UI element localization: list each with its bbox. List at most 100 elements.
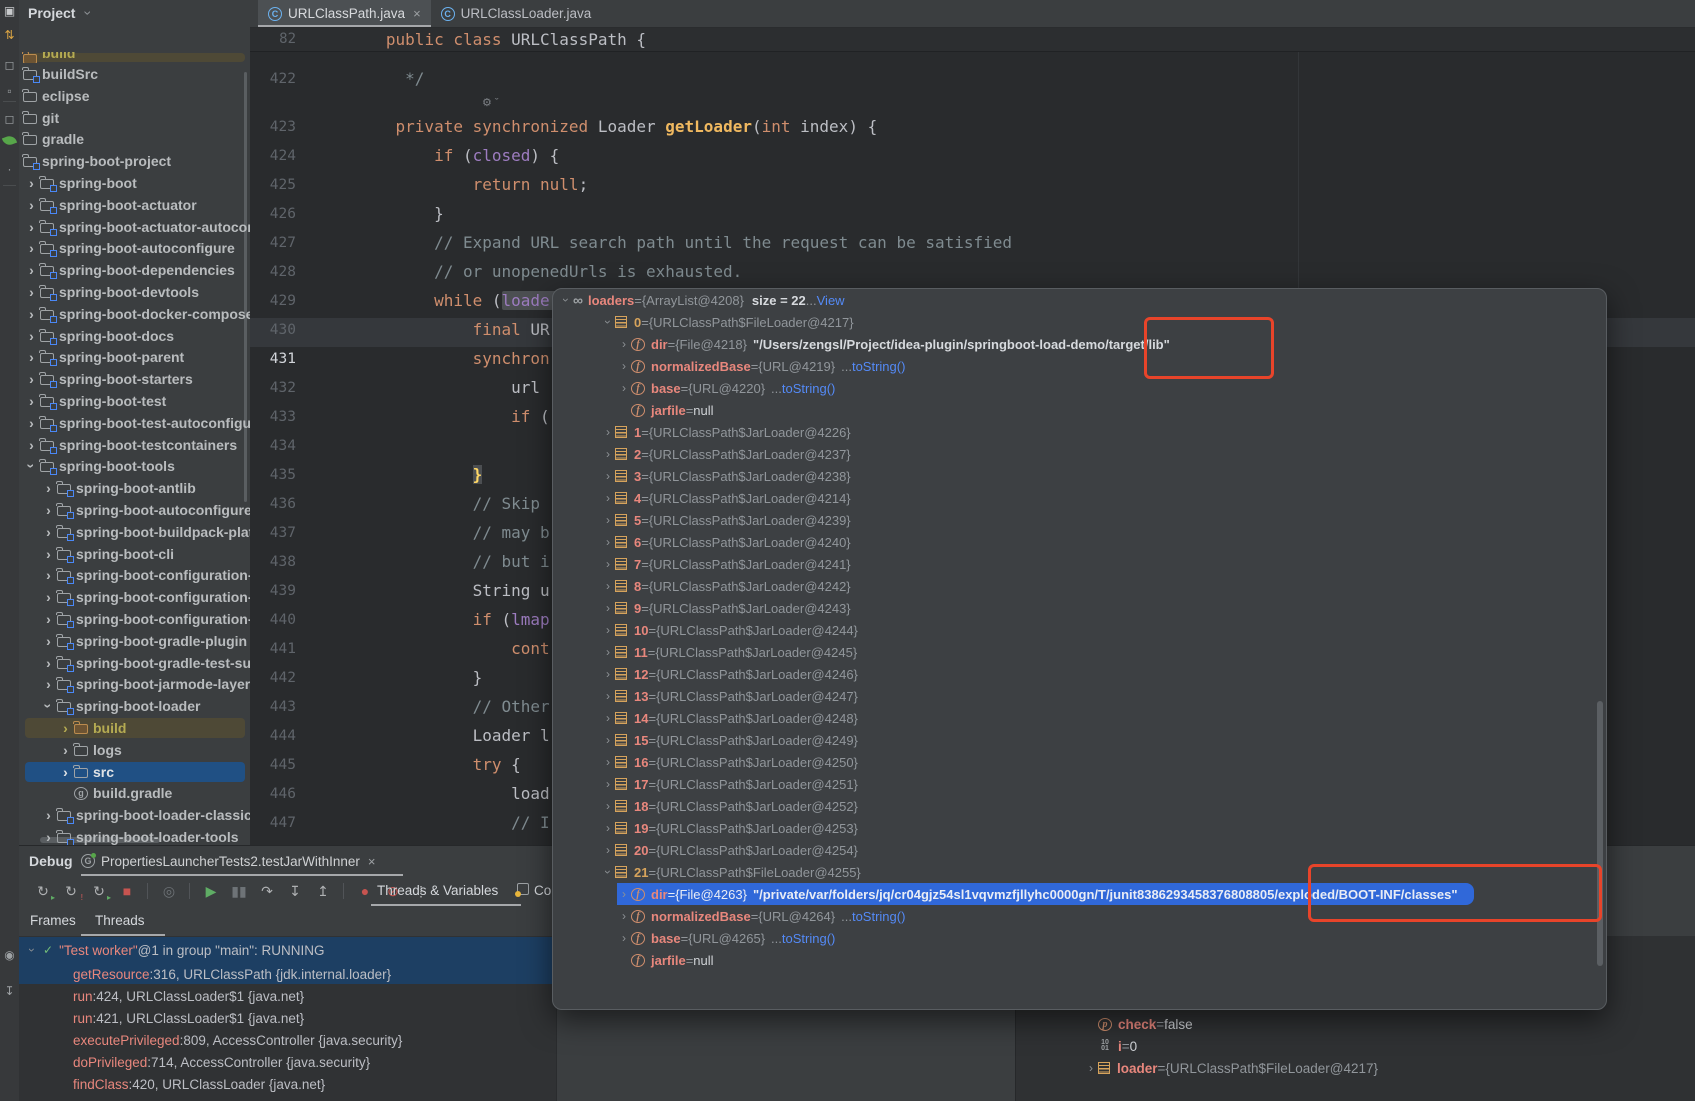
popup-element-row-6[interactable]: ›6 = {URLClassPath$JarLoader@4240} <box>553 531 1607 553</box>
tree-item-spring-boot-autoconfigure[interactable]: ›spring-boot-autoconfigure <box>19 237 250 259</box>
popup-element-row-1[interactable]: ›1 = {URLClassPath$JarLoader@4226} <box>553 421 1607 443</box>
tree-item-spring-boot-configuration-metadata[interactable]: ›spring-boot-configuration-metadata <box>19 586 250 608</box>
tree-item-spring-boot-devtools[interactable]: ›spring-boot-devtools <box>19 281 250 303</box>
editor-tab-urlclassloader-java[interactable]: CURLClassLoader.java <box>431 0 602 27</box>
line-number[interactable]: 424 <box>250 148 340 164</box>
popup-scrollbar[interactable] <box>1597 701 1603 966</box>
watch-button[interactable]: ◎ <box>157 879 181 903</box>
tostring-link[interactable]: toString() <box>782 381 835 396</box>
chevron-right-icon[interactable]: › <box>617 931 631 945</box>
popup-field-row-normalizedBase[interactable]: ›fnormalizedBase = {URL@4219} ... toStri… <box>553 355 1607 377</box>
line-number[interactable]: 429 <box>250 293 340 309</box>
chevron-right-icon[interactable]: › <box>40 829 57 845</box>
chevron-right-icon[interactable]: › <box>601 623 615 637</box>
chevron-right-icon[interactable]: › <box>601 777 615 791</box>
tree-item-spring-boot-gradle-plugin[interactable]: ›spring-boot-gradle-plugin <box>19 630 250 652</box>
tree-item-spring-boot-docs[interactable]: ›spring-boot-docs <box>19 325 250 347</box>
chevron-right-icon[interactable]: › <box>601 733 615 747</box>
chevron-right-icon[interactable]: › <box>40 807 57 823</box>
chevron-right-icon[interactable]: › <box>40 546 57 562</box>
vcs-update-icon[interactable]: ⇅ <box>0 28 19 42</box>
popup-element-row-4[interactable]: ›4 = {URLClassPath$JarLoader@4214} <box>553 487 1607 509</box>
chevron-right-icon[interactable]: › <box>601 821 615 835</box>
chevron-right-icon[interactable]: › <box>23 415 40 431</box>
close-icon[interactable]: × <box>413 6 421 21</box>
line-number[interactable]: 442 <box>250 670 340 686</box>
tree-item-spring-boot-cli[interactable]: ›spring-boot-cli <box>19 543 250 565</box>
chevron-right-icon[interactable]: › <box>23 197 40 213</box>
chevron-right-icon[interactable]: › <box>617 337 631 351</box>
line-number[interactable]: 444 <box>250 728 340 744</box>
line-number[interactable]: 440 <box>250 612 340 628</box>
pause-button[interactable]: ▮▮ <box>227 879 251 903</box>
line-number[interactable]: 445 <box>250 757 340 773</box>
line-number[interactable]: 446 <box>250 786 340 802</box>
rerun-failed-button[interactable]: ↻! <box>59 879 83 903</box>
thread-row[interactable]: ›✓"Test worker"@1 in group "main": RUNNI… <box>19 939 556 961</box>
editor-tab-urlclasspath-java[interactable]: CURLClassPath.java× <box>258 0 431 27</box>
popup-element-row-8[interactable]: ›8 = {URLClassPath$JarLoader@4242} <box>553 575 1607 597</box>
step-out-button[interactable]: ↥ <box>311 879 335 903</box>
line-number[interactable]: 437 <box>250 525 340 541</box>
tree-item-logs[interactable]: ›logs <box>19 739 250 761</box>
stack-frame-row[interactable]: run:421, URLClassLoader$1 {java.net} <box>19 1007 556 1029</box>
line-number[interactable]: 422 <box>250 71 340 87</box>
chevron-right-icon[interactable]: › <box>23 284 40 300</box>
line-number[interactable]: 82 <box>250 31 340 47</box>
chevron-right-icon[interactable]: › <box>601 425 615 439</box>
debug-tool-icon[interactable]: ◉ <box>0 948 19 962</box>
chevron-down-icon[interactable]: › <box>41 698 57 715</box>
chevron-right-icon[interactable]: › <box>601 755 615 769</box>
chevron-right-icon[interactable]: › <box>57 764 74 780</box>
variable-row-check[interactable]: pcheck = false <box>1016 1013 1695 1035</box>
line-number[interactable]: 433 <box>250 409 340 425</box>
tree-item-spring-boot-starters[interactable]: ›spring-boot-starters <box>19 368 250 390</box>
line-number[interactable]: 434 <box>250 438 340 454</box>
chevron-down-icon[interactable]: › <box>559 293 573 307</box>
chevron-right-icon[interactable]: › <box>601 645 615 659</box>
chevron-right-icon[interactable]: › <box>617 909 631 923</box>
line-number[interactable]: 439 <box>250 583 340 599</box>
popup-element-row-19[interactable]: ›19 = {URLClassPath$JarLoader@4253} <box>553 817 1607 839</box>
tree-item-spring-boot-buildpack-platform[interactable]: ›spring-boot-buildpack-platform <box>19 521 250 543</box>
chevron-down-icon[interactable]: › <box>601 865 615 879</box>
line-number[interactable]: 447 <box>250 815 340 831</box>
tree-vertical-scrollbar[interactable] <box>244 72 247 502</box>
tree-item-spring-boot-project[interactable]: spring-boot-project <box>19 150 250 172</box>
popup-field-row-jarfile[interactable]: fjarfile = null <box>553 949 1607 971</box>
tree-item-spring-boot-configuration-processor[interactable]: ›spring-boot-configuration-processor <box>19 608 250 630</box>
line-number[interactable]: 431 <box>250 351 340 367</box>
popup-field-row-base[interactable]: ›fbase = {URL@4265} ... toString() <box>553 927 1607 949</box>
popup-element-row-17[interactable]: ›17 = {URLClassPath$JarLoader@4251} <box>553 773 1607 795</box>
chevron-right-icon[interactable]: › <box>23 328 40 344</box>
chevron-right-icon[interactable]: › <box>601 579 615 593</box>
spring-run-icon[interactable] <box>2 134 17 147</box>
chevron-right-icon[interactable]: › <box>601 799 615 813</box>
tree-item-spring-boot-configuration-docs[interactable]: ›spring-boot-configuration-docs <box>19 564 250 586</box>
popup-element-row-5[interactable]: ›5 = {URLClassPath$JarLoader@4239} <box>553 509 1607 531</box>
chevron-right-icon[interactable]: › <box>23 262 40 278</box>
line-number[interactable]: 425 <box>250 177 340 193</box>
line-number[interactable]: 441 <box>250 641 340 657</box>
step-over-button[interactable]: ↷ <box>255 879 279 903</box>
line-number[interactable]: 428 <box>250 264 340 280</box>
popup-element-row-12[interactable]: ›12 = {URLClassPath$JarLoader@4246} <box>553 663 1607 685</box>
step-into-button[interactable]: ↧ <box>283 879 307 903</box>
chevron-right-icon[interactable]: › <box>601 535 615 549</box>
line-number[interactable]: 430 <box>250 322 340 338</box>
chevron-right-icon[interactable]: › <box>23 371 40 387</box>
tree-item-spring-boot-actuator-autoconfigure[interactable]: ›spring-boot-actuator-autoconfigure <box>19 216 250 238</box>
popup-element-row-20[interactable]: ›20 = {URLClassPath$JarLoader@4254} <box>553 839 1607 861</box>
chevron-right-icon[interactable]: › <box>601 513 615 527</box>
chevron-down-icon[interactable]: › <box>601 315 615 329</box>
tree-item-spring-boot-tools[interactable]: ›spring-boot-tools <box>19 455 250 477</box>
bookmarks-tool-icon[interactable]: ▫ <box>0 84 19 98</box>
chevron-right-icon[interactable]: › <box>601 667 615 681</box>
chevron-right-icon[interactable]: › <box>601 557 615 571</box>
chevron-right-icon[interactable]: › <box>23 349 40 365</box>
popup-element-row-11[interactable]: ›11 = {URLClassPath$JarLoader@4245} <box>553 641 1607 663</box>
chevron-right-icon[interactable]: › <box>57 720 74 736</box>
stack-frame-row[interactable]: doPrivileged:714, AccessController {java… <box>19 1051 556 1073</box>
debug-session-tab[interactable]: G PropertiesLauncherTests2.testJarWithIn… <box>81 846 375 876</box>
tree-item-spring-boot-antlib[interactable]: ›spring-boot-antlib <box>19 477 250 499</box>
